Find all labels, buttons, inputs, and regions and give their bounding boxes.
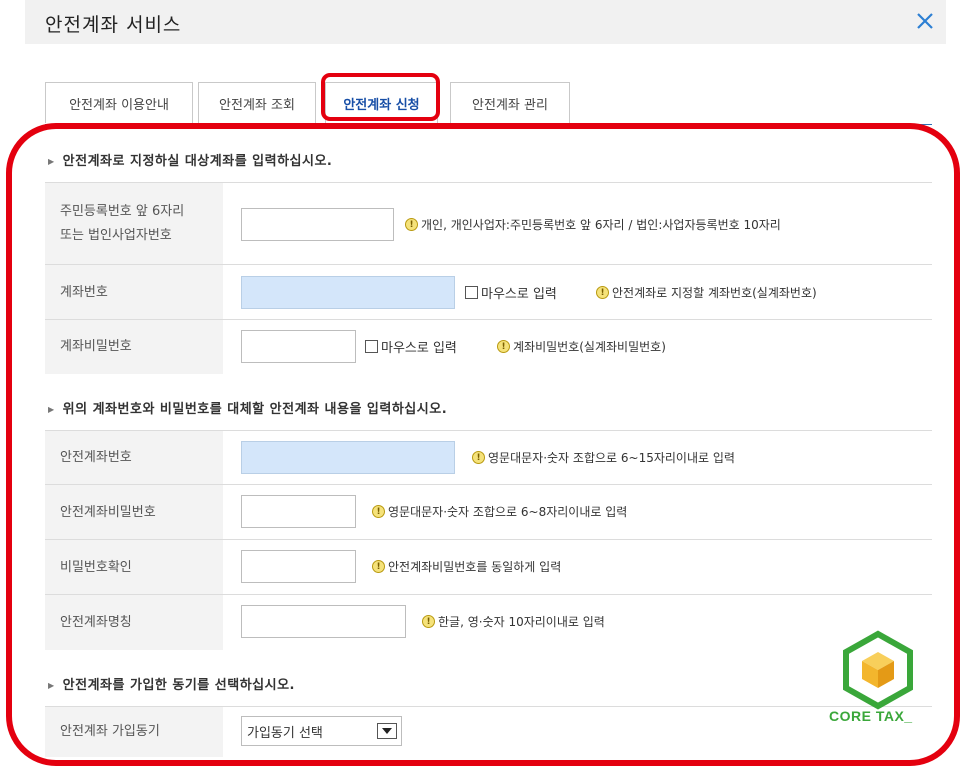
password-confirm-label: 비밀번호확인 (45, 540, 223, 595)
row-password-confirm: 비밀번호확인 ! 안전계좌비밀번호를 동일하게 입력 (45, 539, 932, 595)
id-number-input[interactable] (241, 208, 394, 241)
account-number-mouse-input[interactable]: 마우스로 입력 (465, 283, 557, 302)
account-number-hint: ! 안전계좌로 지정할 계좌번호(실계좌번호) (596, 284, 817, 301)
account-password-hint: ! 계좌비밀번호(실계좌비밀번호) (497, 338, 666, 355)
row-account-number: 계좌번호 마우스로 입력 ! 안전계좌로 지정할 계좌번호(실계좌번호) (45, 264, 932, 320)
tab-management[interactable]: 안전계좌 관리 (450, 82, 570, 123)
row-safe-account-password: 안전계좌비밀번호 ! 영문대문자·숫자 조합으로 6~8자리이내로 입력 (45, 484, 932, 540)
active-tab-highlight (321, 73, 440, 121)
tab-bar: 안전계좌 이용안내 안전계좌 조회 안전계좌 신청 안전계좌 관리 (45, 82, 932, 125)
info-icon: ! (372, 505, 385, 518)
id-number-label: 주민등록번호 앞 6자리 또는 법인사업자번호 (45, 183, 223, 265)
safe-account-password-hint: ! 영문대문자·숫자 조합으로 6~8자리이내로 입력 (372, 503, 627, 520)
safe-account-name-input[interactable] (241, 605, 406, 638)
join-motive-select[interactable]: 가입동기 선택 (241, 716, 402, 746)
mouse-input-checkbox[interactable] (465, 286, 478, 299)
info-icon: ! (372, 560, 385, 573)
info-icon: ! (497, 340, 510, 353)
info-icon: ! (405, 218, 418, 231)
safe-account-number-input[interactable] (241, 441, 455, 474)
window-title: 안전계좌 서비스 (45, 14, 182, 36)
account-password-label: 계좌비밀번호 (45, 320, 223, 374)
id-number-hint: ! 개인, 개인사업자:주민등록번호 앞 6자리 / 법인:사업자등록번호 10자… (405, 216, 781, 233)
section-title-motive: ▶ 안전계좌를 가입한 동기를 선택하십시오. (48, 678, 295, 693)
safe-account-name-label: 안전계좌명칭 (45, 595, 223, 650)
watermark-text: CORE TAX_ (829, 708, 913, 724)
row-id-number: 주민등록번호 앞 6자리 또는 법인사업자번호 ! 개인, 개인사업자:주민등록번호… (45, 182, 932, 265)
password-confirm-input[interactable] (241, 550, 356, 583)
account-password-input[interactable] (241, 330, 356, 363)
join-motive-label: 안전계좌 가입동기 (45, 707, 223, 757)
caret-right-icon: ▶ (48, 157, 55, 166)
account-password-mouse-input[interactable]: 마우스로 입력 (365, 337, 457, 356)
safe-account-password-label: 안전계좌비밀번호 (45, 485, 223, 540)
row-safe-account-number: 안전계좌번호 ! 영문대문자·숫자 조합으로 6~15자리이내로 입력 (45, 430, 932, 485)
tab-inquiry[interactable]: 안전계좌 조회 (198, 82, 316, 123)
safe-account-number-label: 안전계좌번호 (45, 431, 223, 485)
mouse-input-checkbox[interactable] (365, 340, 378, 353)
chevron-down-icon[interactable] (377, 723, 397, 739)
info-icon: ! (596, 286, 609, 299)
row-safe-account-name: 안전계좌명칭 ! 한글, 영·숫자 10자리이내로 입력 (45, 594, 932, 650)
info-icon: ! (472, 451, 485, 464)
password-confirm-hint: ! 안전계좌비밀번호를 동일하게 입력 (372, 558, 561, 575)
safe-account-name-hint: ! 한글, 영·숫자 10자리이내로 입력 (422, 613, 605, 630)
row-join-motive: 안전계좌 가입동기 (45, 706, 932, 757)
tab-usage-guide[interactable]: 안전계좌 이용안내 (45, 82, 193, 123)
row-account-password: 계좌비밀번호 마우스로 입력 ! 계좌비밀번호(실계좌비밀번호) (45, 319, 932, 374)
caret-right-icon: ▶ (48, 405, 55, 414)
close-icon[interactable] (912, 8, 938, 34)
safe-account-password-input[interactable] (241, 495, 356, 528)
account-number-input[interactable] (241, 276, 455, 309)
section-title-replace: ▶ 위의 계좌번호와 비밀번호를 대체할 안전계좌 내용을 입력하십시오. (48, 402, 448, 417)
info-icon: ! (422, 615, 435, 628)
account-number-label: 계좌번호 (45, 265, 223, 320)
caret-right-icon: ▶ (48, 681, 55, 690)
safe-account-number-hint: ! 영문대문자·숫자 조합으로 6~15자리이내로 입력 (472, 449, 735, 466)
title-bar: 안전계좌 서비스 (25, 0, 946, 44)
section-title-target: ▶ 안전계좌로 지정하실 대상계좌를 입력하십시오. (48, 154, 333, 169)
